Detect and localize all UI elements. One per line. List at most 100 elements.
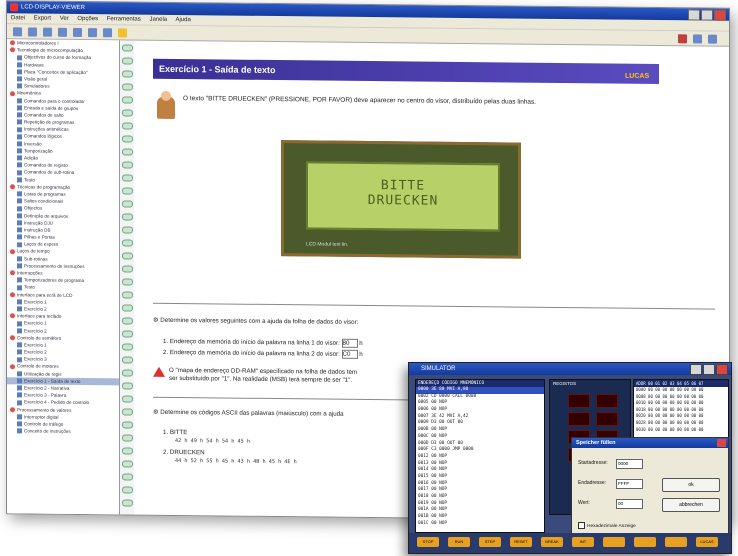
menu-item[interactable]: Janela <box>149 17 167 23</box>
table-row[interactable]: 0015 00 NOP <box>416 474 544 481</box>
binder-ring-icon <box>122 226 133 234</box>
close-button[interactable] <box>716 364 728 375</box>
table-row[interactable]: 0018 00 NOP <box>416 494 544 501</box>
dialog-close-button[interactable] <box>717 439 726 447</box>
menu-item[interactable]: Ver <box>60 16 69 22</box>
question-1b: 2. Endereço da memória do início da pala… <box>163 348 363 359</box>
hex-display-checkbox[interactable]: Hexadezimale Anzeige <box>578 522 636 529</box>
binder-ring-icon <box>122 408 133 416</box>
answer-field-2[interactable]: C0 <box>341 349 358 359</box>
table-row[interactable]: 0008 00 00 00 00 00 00 00 00 <box>634 394 728 401</box>
page-icon <box>17 169 22 176</box>
back-icon[interactable] <box>73 27 82 37</box>
value-input[interactable]: 00 <box>616 499 643 509</box>
control-button[interactable]: STEP <box>479 537 501 547</box>
folder-icon <box>10 90 15 96</box>
maximize-button[interactable] <box>703 364 715 375</box>
control-button[interactable]: BREAK <box>541 537 563 547</box>
open-icon[interactable] <box>28 26 37 37</box>
cancel-button[interactable]: abbrechen <box>662 498 720 512</box>
page-icon <box>17 284 22 291</box>
page-icon <box>17 256 22 262</box>
control-button[interactable]: LUCAS <box>696 537 718 547</box>
control-button[interactable]: STOP <box>417 537 439 547</box>
checkbox-icon[interactable] <box>578 522 585 529</box>
value-label: Wert: <box>578 500 590 506</box>
window-icon[interactable] <box>708 34 717 44</box>
menu-item[interactable]: Datei <box>11 15 25 21</box>
control-button[interactable] <box>665 537 687 547</box>
control-button[interactable]: RUN <box>448 537 470 547</box>
bookmark-icon[interactable] <box>118 27 127 37</box>
table-row[interactable]: 001C 00 NOP <box>416 521 544 528</box>
save-icon[interactable] <box>43 27 52 37</box>
menu-item[interactable]: Export <box>34 15 51 21</box>
table-row[interactable]: 001B 00 NOP <box>416 514 544 521</box>
ok-button[interactable]: ok <box>662 478 720 492</box>
table-row[interactable]: 000B 00 NOP <box>416 427 544 434</box>
menu-item[interactable]: Opções <box>77 16 98 22</box>
table-row[interactable]: 0030 00 00 00 00 00 00 00 00 <box>634 427 728 434</box>
page-icon <box>17 148 22 154</box>
binder-ring-icon <box>122 213 133 221</box>
minimize-button[interactable] <box>688 9 700 21</box>
menu-item[interactable]: Ajuda <box>175 17 190 23</box>
table-row[interactable]: 0018 00 00 00 00 00 00 00 00 <box>634 407 728 414</box>
table-row[interactable]: 0020 00 00 00 00 00 00 00 00 <box>634 413 728 420</box>
control-button[interactable]: RESET <box>510 537 532 547</box>
simulator-title: SIMULATOR <box>421 366 456 372</box>
page-icon <box>17 356 22 362</box>
forward-icon[interactable] <box>88 27 97 37</box>
page-icon <box>17 83 22 89</box>
folder-icon <box>10 313 15 319</box>
table-row[interactable]: 0028 00 00 00 00 00 00 00 00 <box>634 420 728 427</box>
maximize-button[interactable] <box>701 9 713 21</box>
end-address-label: Endadresse: <box>578 480 607 486</box>
control-button[interactable]: INT <box>572 537 594 547</box>
home-icon[interactable] <box>103 27 112 37</box>
binder-ring-icon <box>122 369 133 377</box>
binder-ring-icon <box>122 148 133 156</box>
table-row[interactable]: 0010 00 00 00 00 00 00 00 00 <box>634 400 728 407</box>
table-row[interactable]: 0000 00 00 00 00 00 00 00 00 <box>634 387 728 394</box>
folder-icon <box>10 184 15 190</box>
binder-ring-icon <box>122 109 133 117</box>
navigation-tree[interactable]: Microcontroladores I Tecnologia de microc… <box>7 39 120 515</box>
code-1-label: 1. BITTE <box>163 428 188 437</box>
start-address-input[interactable]: 0000 <box>616 459 643 469</box>
table-row[interactable]: 0017 00 NOP <box>416 487 544 494</box>
table-row[interactable]: 0014 00 NOP <box>416 467 544 474</box>
layout-icon[interactable] <box>693 33 702 43</box>
binder-ring-icon <box>122 239 133 247</box>
tree-item[interactable]: Conceito de instruções <box>7 427 119 435</box>
new-icon[interactable] <box>13 26 22 36</box>
help-icon[interactable] <box>678 33 687 43</box>
code-1-fields[interactable]: 42 h 49 h 54 h 54 h 45 h <box>175 438 250 445</box>
binder-ring-icon <box>122 421 133 429</box>
control-button[interactable] <box>603 537 625 547</box>
table-row[interactable]: 0012 00 NOP <box>416 454 544 461</box>
program-memory-table[interactable]: ENDEREÇO CÓDIGO MNEMÓNICO 0000 3E 80 MVI… <box>415 379 545 533</box>
page-icon <box>17 162 22 168</box>
table-row[interactable]: 0006 00 NOP <box>416 407 544 414</box>
menu-item[interactable]: Ferramentas <box>107 16 141 22</box>
code-2-fields[interactable]: 44 h 52 h 55 h 45 h 43 h 4B h 45 h 4E h <box>175 458 297 465</box>
end-address-input[interactable]: FFFF <box>616 479 643 489</box>
control-button[interactable] <box>634 537 656 547</box>
table-row[interactable]: 000C 00 NOP <box>416 434 544 441</box>
print-icon[interactable] <box>58 27 67 37</box>
binder-ring-icon <box>122 57 133 65</box>
start-address-label: Startadresse: <box>578 460 608 466</box>
answer-field-1[interactable]: 80 <box>341 338 358 348</box>
table-row[interactable]: 000F C3 0000 JMP 0000 <box>416 447 544 454</box>
binder-ring-icon <box>122 499 133 507</box>
memory-dump-table[interactable]: ADDR 00 01 02 03 04 05 06 07 0000 00 00 … <box>633 379 729 441</box>
table-row[interactable]: 0000 3E 80 MVI A,80 <box>416 387 544 394</box>
binder-ring-icon <box>122 83 133 91</box>
close-button[interactable] <box>714 9 726 21</box>
minimize-button[interactable] <box>690 364 702 375</box>
simulator-window: SIMULATOR ENDEREÇO CÓDIGO MNEMÓNICO 0000… <box>408 362 732 554</box>
binder-ring-icon <box>122 486 133 494</box>
binder-ring-icon <box>122 343 133 351</box>
binder-ring-icon <box>122 317 133 325</box>
